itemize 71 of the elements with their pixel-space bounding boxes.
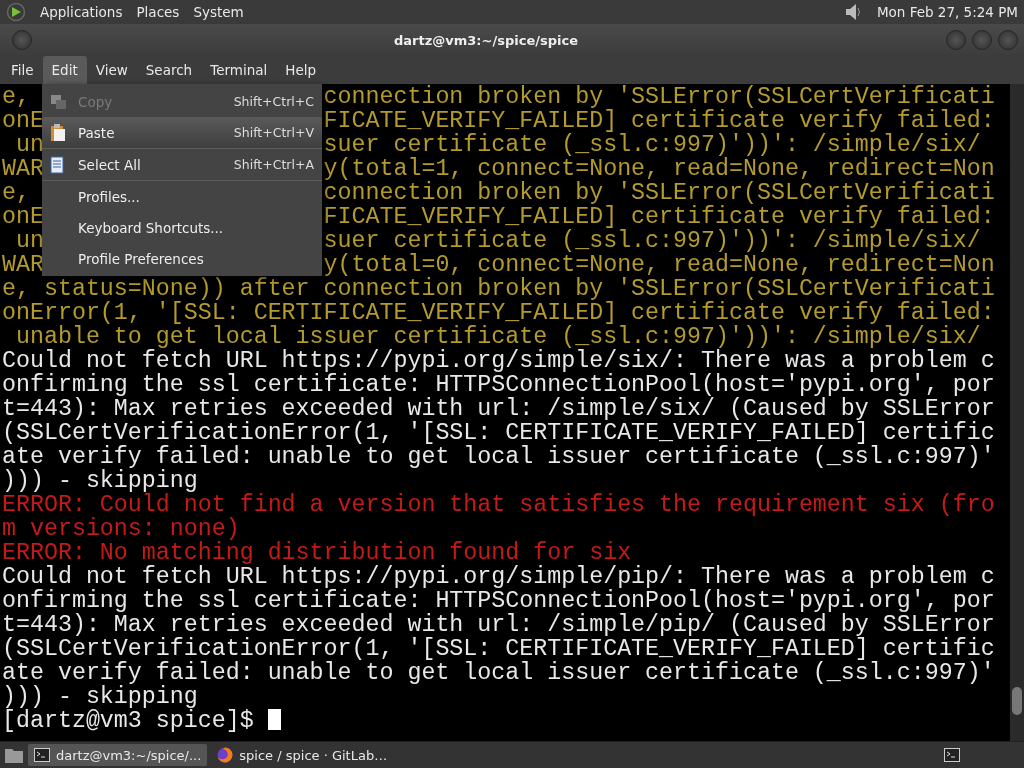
shortcut-label: Shift+Ctrl+V bbox=[233, 125, 314, 140]
menu-title[interactable]: View bbox=[86, 56, 137, 84]
document-icon bbox=[50, 155, 64, 174]
terminal-line: ate verify failed: unable to get local issuer certificate (_ssl.c:997)' bbox=[2, 444, 995, 470]
menu-title[interactable]: Help bbox=[276, 56, 326, 84]
terminal-line: e, bbox=[2, 180, 30, 206]
terminal-line: WAR bbox=[2, 252, 44, 278]
terminal-line: unable to get local issuer certificate (_ssl.c:997)'))': /simple/six/ bbox=[15, 324, 981, 350]
terminal-line: t=443): Max retries exceeded with url: /simple/six/ (Caused by SSLError bbox=[2, 396, 995, 422]
window-menu-button[interactable] bbox=[12, 30, 32, 50]
taskbar-button[interactable]: dartz@vm3:~/spice/... bbox=[28, 744, 208, 766]
panel-menu[interactable]: Applications bbox=[40, 4, 123, 20]
terminal-line: ERROR: Could not find a version that satisfies the requirement six (fro bbox=[2, 492, 995, 518]
terminal-line: Could not fetch URL https://pypi.org/simple/six/: There was a problem c bbox=[2, 348, 995, 374]
copy-icon bbox=[50, 93, 68, 110]
terminal-line: e, status=None)) after connection broken by 'SSLError(SSLCertVerificati bbox=[2, 276, 995, 302]
terminal-line: onE bbox=[2, 204, 44, 230]
terminal-line: ))) - skipping bbox=[2, 468, 198, 494]
terminal-line: onfirming the ssl certificate: HTTPSConnectionPool(host='pypi.org', por bbox=[2, 372, 995, 398]
terminal-line: (SSLCertVerificationError(1, '[SSL: CERTIFICATE_VERIFY_FAILED] certific bbox=[2, 636, 995, 662]
clipboard-icon bbox=[50, 123, 66, 142]
terminal-line: WAR bbox=[2, 156, 44, 182]
terminal-line: Could not fetch URL https://pypi.org/simple/pip/: There was a problem c bbox=[2, 564, 995, 590]
terminal-line: suer certificate (_ssl.c:997)'))': /simple/six/ bbox=[323, 228, 981, 254]
terminal-line: ERROR: No matching distribution found for six bbox=[2, 540, 632, 566]
terminal-line: FICATE_VERIFY_FAILED] certificate verify failed: bbox=[323, 108, 995, 134]
terminal-line: ))) - skipping bbox=[2, 684, 198, 710]
menu-title[interactable]: Edit bbox=[42, 56, 87, 84]
scrollbar-thumb[interactable] bbox=[1012, 687, 1022, 715]
menu-title[interactable]: File bbox=[2, 56, 43, 84]
taskbar-button[interactable]: spice / spice · GitLab… bbox=[211, 744, 394, 766]
terminal-line: (SSLCertVerificationError(1, '[SSL: CERTIFICATE_VERIFY_FAILED] certific bbox=[2, 420, 995, 446]
terminal-line: connection broken by 'SSLError(SSLCertVerificati bbox=[323, 84, 995, 110]
terminal-line: m versions: none) bbox=[2, 516, 240, 542]
terminal-line: suer certificate (_ssl.c:997)'))': /simple/six/ bbox=[323, 132, 981, 158]
minimize-button[interactable] bbox=[946, 30, 966, 50]
scrollbar[interactable] bbox=[1010, 84, 1024, 741]
terminal-line: onError(1, '[SSL: CERTIFICATE_VERIFY_FAILED] certificate verify failed: bbox=[2, 300, 995, 326]
terminal-line: connection broken by 'SSLError(SSLCertVerificati bbox=[323, 180, 995, 206]
terminal-line: onfirming the ssl certificate: HTTPSConnectionPool(host='pypi.org', por bbox=[2, 588, 995, 614]
terminal-line: ate verify failed: unable to get local issuer certificate (_ssl.c:997)' bbox=[2, 660, 995, 686]
shortcut-label: Shift+Ctrl+A bbox=[233, 157, 314, 172]
terminal-line: y(total=1, connect=None, read=None, redirect=Non bbox=[323, 156, 995, 182]
terminal-icon bbox=[944, 748, 960, 762]
terminal-line: un bbox=[14, 228, 44, 254]
close-button[interactable] bbox=[998, 30, 1018, 50]
panel-menu[interactable]: System bbox=[193, 4, 244, 20]
terminal-line: FICATE_VERIFY_FAILED] certificate verify failed: bbox=[323, 204, 995, 230]
terminal-line: e, bbox=[2, 84, 30, 110]
terminal-icon bbox=[34, 748, 50, 762]
menu-item[interactable]: Profiles... bbox=[42, 181, 322, 212]
shell-prompt: [dartz@vm3 spice]$ bbox=[2, 708, 255, 734]
menu-item[interactable]: Keyboard Shortcuts... bbox=[42, 212, 322, 243]
logo-icon[interactable] bbox=[6, 2, 26, 22]
terminal-line: onE bbox=[2, 108, 44, 134]
window-title: dartz@vm3:~/spice/spice bbox=[393, 32, 579, 48]
terminal-line: y(total=0, connect=None, read=None, redirect=Non bbox=[323, 252, 995, 278]
clock[interactable]: Mon Feb 27, 5:24 PM bbox=[876, 4, 1018, 20]
maximize-button[interactable] bbox=[972, 30, 992, 50]
browser-icon bbox=[217, 747, 234, 763]
menu-title[interactable]: Search bbox=[136, 56, 202, 84]
terminal-line: t=443): Max retries exceeded with url: /simple/pip/ (Caused by SSLError bbox=[2, 612, 995, 638]
menu-item[interactable]: Paste Shift+Ctrl+V bbox=[42, 117, 322, 148]
terminal-line: un bbox=[14, 132, 44, 158]
menu-item[interactable]: Profile Preferences bbox=[42, 243, 322, 274]
menu-title[interactable]: Terminal bbox=[201, 56, 277, 84]
desktop-icon[interactable] bbox=[4, 746, 24, 764]
menu-item[interactable]: Select All Shift+Ctrl+A bbox=[42, 149, 322, 180]
panel-menu[interactable]: Places bbox=[136, 4, 180, 20]
shortcut-label: Shift+Ctrl+C bbox=[233, 94, 314, 109]
text-cursor bbox=[267, 709, 281, 730]
